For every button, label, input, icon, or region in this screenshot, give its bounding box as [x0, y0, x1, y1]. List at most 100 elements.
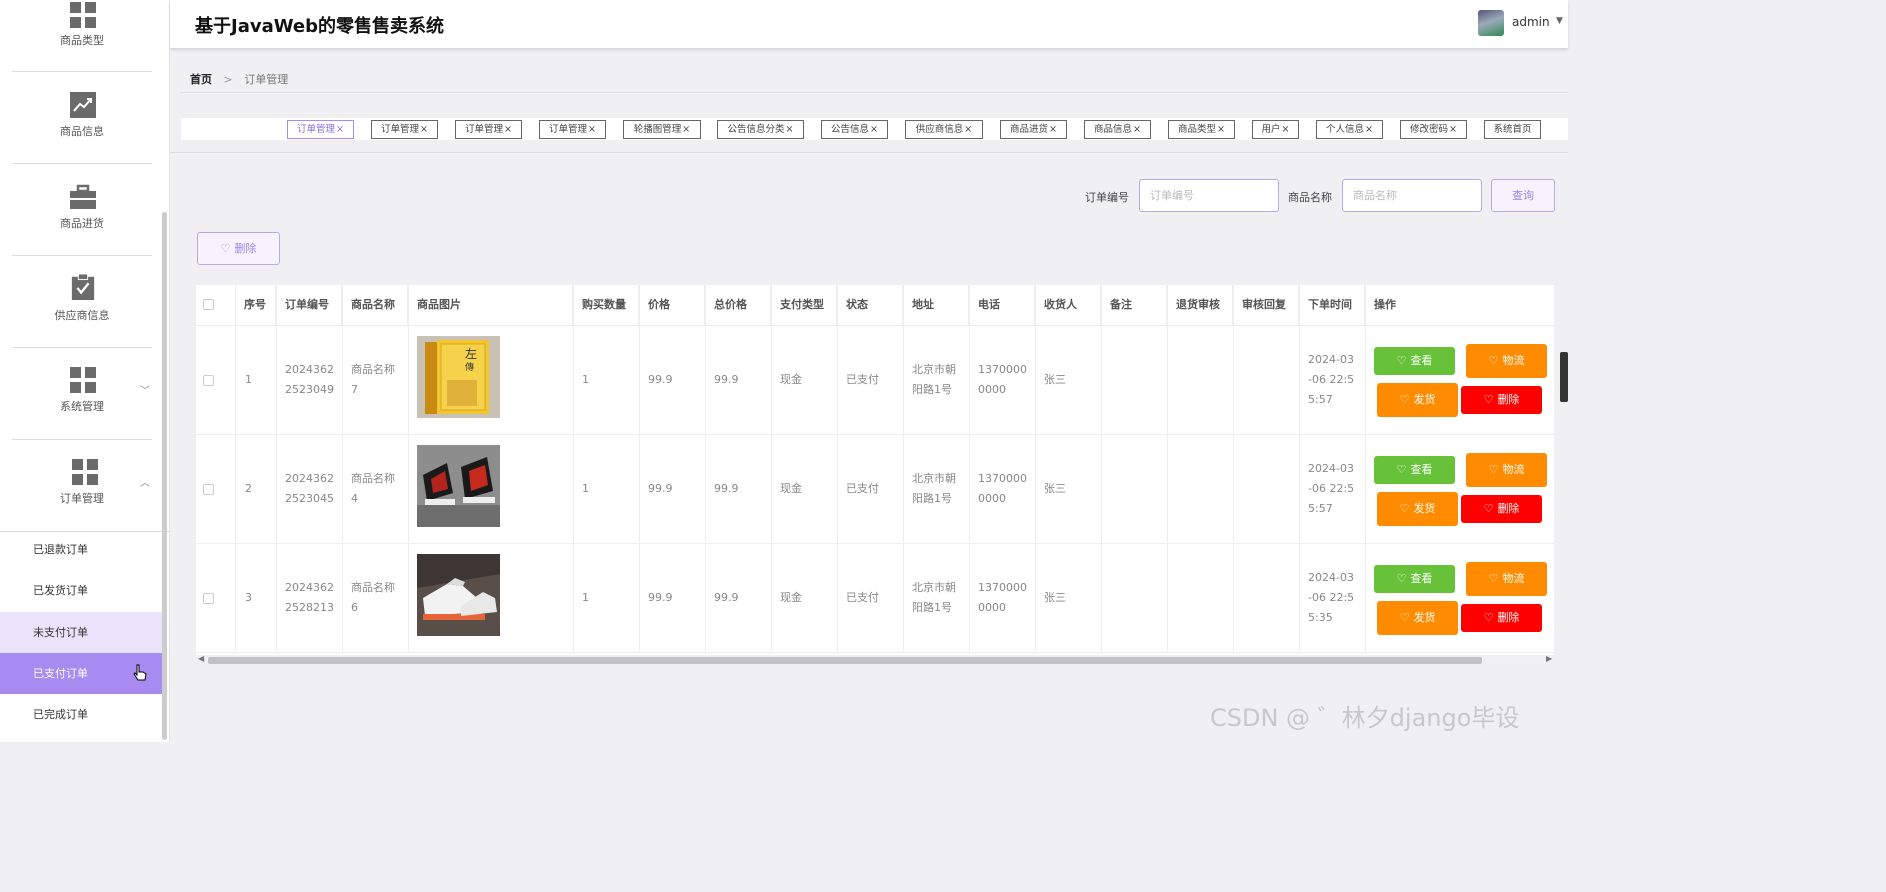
- cell-receiver: 张三: [1044, 373, 1066, 386]
- tag-product-type[interactable]: 商品类型×: [1168, 120, 1235, 139]
- col-header: 下单时间: [1299, 285, 1365, 325]
- close-icon[interactable]: ×: [870, 124, 878, 135]
- table-horizontal-scrollbar[interactable]: ◀ ▶: [196, 654, 1554, 664]
- cell-address: 北京市朝 阳路1号: [912, 581, 956, 614]
- close-icon[interactable]: ×: [1133, 124, 1141, 135]
- col-header: 退货审核: [1167, 285, 1233, 325]
- col-header: 支付类型: [771, 285, 837, 325]
- logistics-label: 物流: [1502, 354, 1525, 367]
- delete-button[interactable]: ♡ 删除: [1461, 386, 1542, 414]
- breadcrumb-separator: >: [223, 73, 233, 86]
- cell-order-time: 2024-03 -06 22:5 5:57: [1308, 353, 1355, 406]
- close-icon[interactable]: ×: [1282, 124, 1290, 135]
- page-scrollbar[interactable]: [1560, 352, 1568, 402]
- row-checkbox[interactable]: [203, 375, 214, 386]
- row-checkbox[interactable]: [203, 593, 214, 604]
- heart-icon: ♡: [1488, 463, 1499, 476]
- close-icon[interactable]: ×: [1449, 124, 1457, 135]
- sidebar-item-product-stock[interactable]: 商品进货: [12, 164, 152, 256]
- close-icon[interactable]: ×: [964, 124, 972, 135]
- close-icon[interactable]: ×: [504, 124, 512, 135]
- tag-product-info[interactable]: 商品信息×: [1084, 120, 1151, 139]
- view-button[interactable]: ♡ 查看: [1374, 565, 1455, 593]
- close-icon[interactable]: ×: [682, 124, 690, 135]
- close-icon[interactable]: ×: [786, 124, 794, 135]
- scrollbar-thumb[interactable]: [208, 657, 1482, 664]
- close-icon[interactable]: ×: [1049, 124, 1057, 135]
- sidebar-sub-shipped[interactable]: 已发货订单: [0, 570, 165, 611]
- logistics-button[interactable]: ♡ 物流: [1466, 344, 1547, 378]
- cell-receiver: 张三: [1044, 591, 1066, 604]
- tag-orders-active[interactable]: 订单管理×: [287, 120, 354, 139]
- delete-label: 删除: [1497, 393, 1520, 406]
- tag-orders[interactable]: 订单管理×: [371, 120, 438, 139]
- close-icon[interactable]: ×: [336, 124, 344, 135]
- tag-supplier[interactable]: 供应商信息×: [905, 120, 983, 139]
- bulk-delete-button[interactable]: ♡ 删除: [197, 232, 280, 265]
- order-no-input[interactable]: [1139, 179, 1279, 212]
- sidebar-item-supplier[interactable]: 供应商信息: [12, 256, 152, 348]
- app-title: 基于JavaWeb的零售售卖系统: [195, 16, 445, 37]
- logistics-label: 物流: [1502, 572, 1525, 585]
- logistics-label: 物流: [1502, 463, 1525, 476]
- tag-notice[interactable]: 公告信息×: [821, 120, 888, 139]
- cell-price: 99.9: [648, 482, 673, 495]
- heart-icon: ♡: [1483, 611, 1494, 624]
- delete-button[interactable]: ♡ 删除: [1461, 604, 1542, 632]
- scroll-left-icon[interactable]: ◀: [198, 654, 204, 663]
- heart-icon: ♡: [1399, 611, 1410, 624]
- close-icon[interactable]: ×: [1365, 124, 1373, 135]
- sidebar-item-system[interactable]: 系统管理 ﹀: [12, 348, 152, 440]
- tag-label: 用户: [1261, 124, 1281, 135]
- user-name[interactable]: admin: [1512, 15, 1550, 29]
- orders-table: 序号 订单编号 商品名称 商品图片 购买数量 价格 总价格 支付类型 状态 地址…: [196, 285, 1554, 655]
- hand-pointer-icon: [133, 664, 147, 681]
- tag-notice-category[interactable]: 公告信息分类×: [717, 120, 804, 139]
- close-icon[interactable]: ×: [420, 124, 428, 135]
- tag-orders[interactable]: 订单管理×: [539, 120, 606, 139]
- product-name-input[interactable]: [1342, 179, 1482, 212]
- view-button[interactable]: ♡ 查看: [1374, 456, 1455, 484]
- ship-button[interactable]: ♡ 发货: [1377, 601, 1458, 635]
- sidebar-sub-unpaid[interactable]: 未支付订单: [0, 612, 165, 653]
- col-header: 商品图片: [408, 285, 573, 325]
- avatar[interactable]: [1478, 10, 1504, 36]
- sidebar-sub-completed[interactable]: 已完成订单: [0, 694, 165, 735]
- cell-qty: 1: [582, 373, 589, 386]
- cell-product-name: 商品名称 7: [351, 363, 395, 396]
- tag-label: 订单管理: [465, 124, 504, 135]
- cell-pay-type: 现金: [780, 482, 802, 495]
- breadcrumb-home[interactable]: 首页: [190, 73, 212, 86]
- sidebar-scrollbar[interactable]: [162, 212, 167, 740]
- tag-label: 订单管理: [549, 124, 588, 135]
- sidebar-sub-refunded[interactable]: 已退款订单: [0, 529, 165, 570]
- tag-change-password[interactable]: 修改密码×: [1400, 120, 1467, 139]
- grid-icon: [72, 459, 98, 485]
- tag-user[interactable]: 用户×: [1252, 120, 1299, 139]
- query-button[interactable]: 查询: [1491, 179, 1555, 212]
- tag-profile[interactable]: 个人信息×: [1316, 120, 1383, 139]
- tag-orders[interactable]: 订单管理×: [455, 120, 522, 139]
- sidebar-item-label: 商品信息: [60, 125, 104, 138]
- sidebar-item-product-type[interactable]: 商品类型: [12, 0, 152, 72]
- sidebar-item-product-info[interactable]: 商品信息: [12, 72, 152, 164]
- logistics-button[interactable]: ♡ 物流: [1466, 562, 1547, 596]
- scroll-right-icon[interactable]: ▶: [1546, 654, 1552, 663]
- view-button[interactable]: ♡ 查看: [1374, 347, 1455, 375]
- row-checkbox[interactable]: [203, 484, 214, 495]
- tag-carousel[interactable]: 轮播图管理×: [623, 120, 701, 139]
- ship-button[interactable]: ♡ 发货: [1377, 383, 1458, 417]
- close-icon[interactable]: ×: [588, 124, 596, 135]
- ship-button[interactable]: ♡ 发货: [1377, 492, 1458, 526]
- sidebar-item-orders[interactable]: 订单管理 ︿: [0, 440, 169, 532]
- select-all-checkbox[interactable]: [203, 299, 214, 310]
- ship-label: 发货: [1413, 502, 1436, 515]
- cell-order-no: 2024362 2523049: [285, 363, 334, 396]
- delete-button[interactable]: ♡ 删除: [1461, 495, 1542, 523]
- logistics-button[interactable]: ♡ 物流: [1466, 453, 1547, 487]
- cell-price: 99.9: [648, 373, 673, 386]
- caret-down-icon[interactable]: ▼: [1556, 16, 1563, 26]
- tag-home[interactable]: 系统首页: [1484, 120, 1541, 139]
- tag-stock[interactable]: 商品进货×: [1000, 120, 1067, 139]
- close-icon[interactable]: ×: [1217, 124, 1225, 135]
